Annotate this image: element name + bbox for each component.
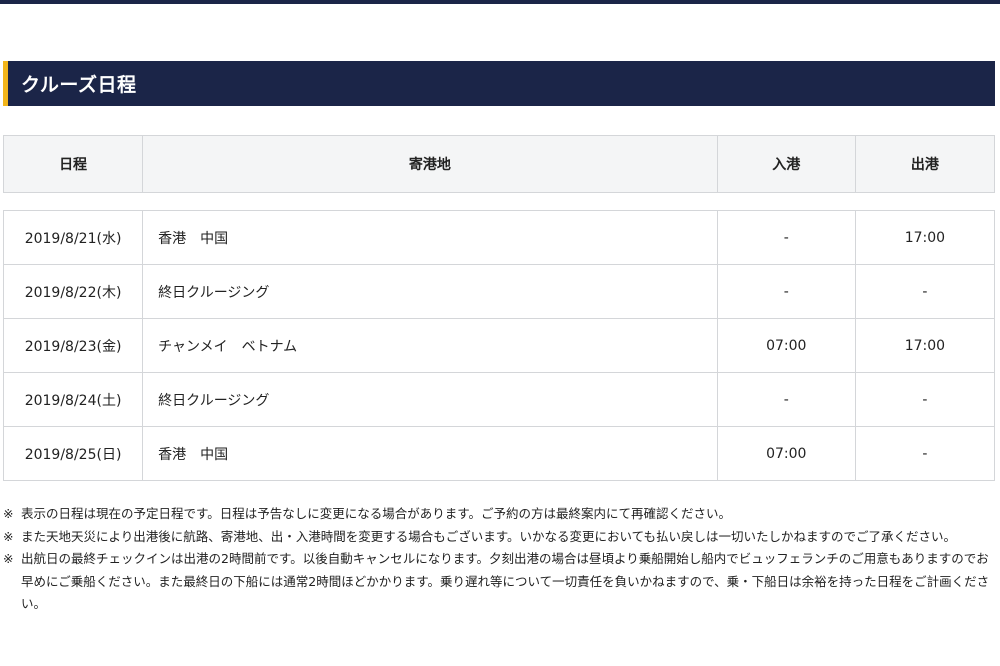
note-text: また天地天災により出港後に航路、寄港地、出・入港時間を変更する場合もございます。… <box>21 528 957 544</box>
schedule-table-header: 日程 寄港地 入港 出港 <box>2 135 996 193</box>
row-arrival: 07:00 <box>716 318 856 373</box>
column-header-port: 寄港地 <box>142 135 718 193</box>
section-header: クルーズ日程 <box>3 61 995 106</box>
row-departure: 17:00 <box>854 318 996 373</box>
row-date: 2019/8/23(金) <box>2 318 144 373</box>
row-arrival: 07:00 <box>716 426 856 481</box>
row-departure: 17:00 <box>854 210 996 265</box>
row-arrival: - <box>716 210 856 265</box>
note-mark: ※ <box>3 506 14 521</box>
row-port: 香港 中国 <box>142 426 718 481</box>
note-mark: ※ <box>3 528 14 544</box>
row-port: 香港 中国 <box>142 210 718 265</box>
note-text: 出航日の最終チェックインは出港の2時間前です。以後自動キャンセルになります。夕刻… <box>21 551 990 611</box>
row-arrival: - <box>716 264 856 319</box>
note-item: ※ 表示の日程は現在の予定日程です。日程は予告なしに変更になる場合があります。ご… <box>3 503 995 526</box>
table-row: 2019/8/25(日) 香港 中国 07:00 - <box>2 426 996 481</box>
row-port: チャンメイ ベトナム <box>142 318 718 373</box>
row-date: 2019/8/21(水) <box>2 210 144 265</box>
note-text: 表示の日程は現在の予定日程です。日程は予告なしに変更になる場合があります。ご予約… <box>21 506 732 521</box>
row-port: 終日クルージング <box>142 264 718 319</box>
row-arrival: - <box>716 372 856 427</box>
row-date: 2019/8/22(木) <box>2 264 144 319</box>
note-mark: ※ <box>3 551 14 566</box>
column-header-arrival: 入港 <box>716 135 856 193</box>
schedule-table: 2019/8/21(水) 香港 中国 - 17:00 2019/8/22(木) … <box>2 210 996 481</box>
row-departure: - <box>854 372 996 427</box>
column-header-departure: 出港 <box>854 135 996 193</box>
row-departure: - <box>854 264 996 319</box>
section-title: クルーズ日程 <box>21 74 137 96</box>
note-item: ※ また天地天災により出港後に航路、寄港地、出・入港時間を変更する場合もございま… <box>3 526 995 549</box>
row-date: 2019/8/25(日) <box>2 426 144 481</box>
top-accent-bar <box>0 0 1000 4</box>
table-row: 2019/8/23(金) チャンメイ ベトナム 07:00 17:00 <box>2 318 996 373</box>
column-header-date: 日程 <box>2 135 144 193</box>
row-departure: - <box>854 426 996 481</box>
table-row: 2019/8/22(木) 終日クルージング - - <box>2 264 996 319</box>
table-row: 2019/8/21(水) 香港 中国 - 17:00 <box>2 210 996 265</box>
row-date: 2019/8/24(土) <box>2 372 144 427</box>
table-row: 2019/8/24(土) 終日クルージング - - <box>2 372 996 427</box>
notes-section: ※ 表示の日程は現在の予定日程です。日程は予告なしに変更になる場合があります。ご… <box>3 503 995 616</box>
row-port: 終日クルージング <box>142 372 718 427</box>
note-item: ※ 出航日の最終チェックインは出港の2時間前です。以後自動キャンセルになります。… <box>3 548 995 616</box>
